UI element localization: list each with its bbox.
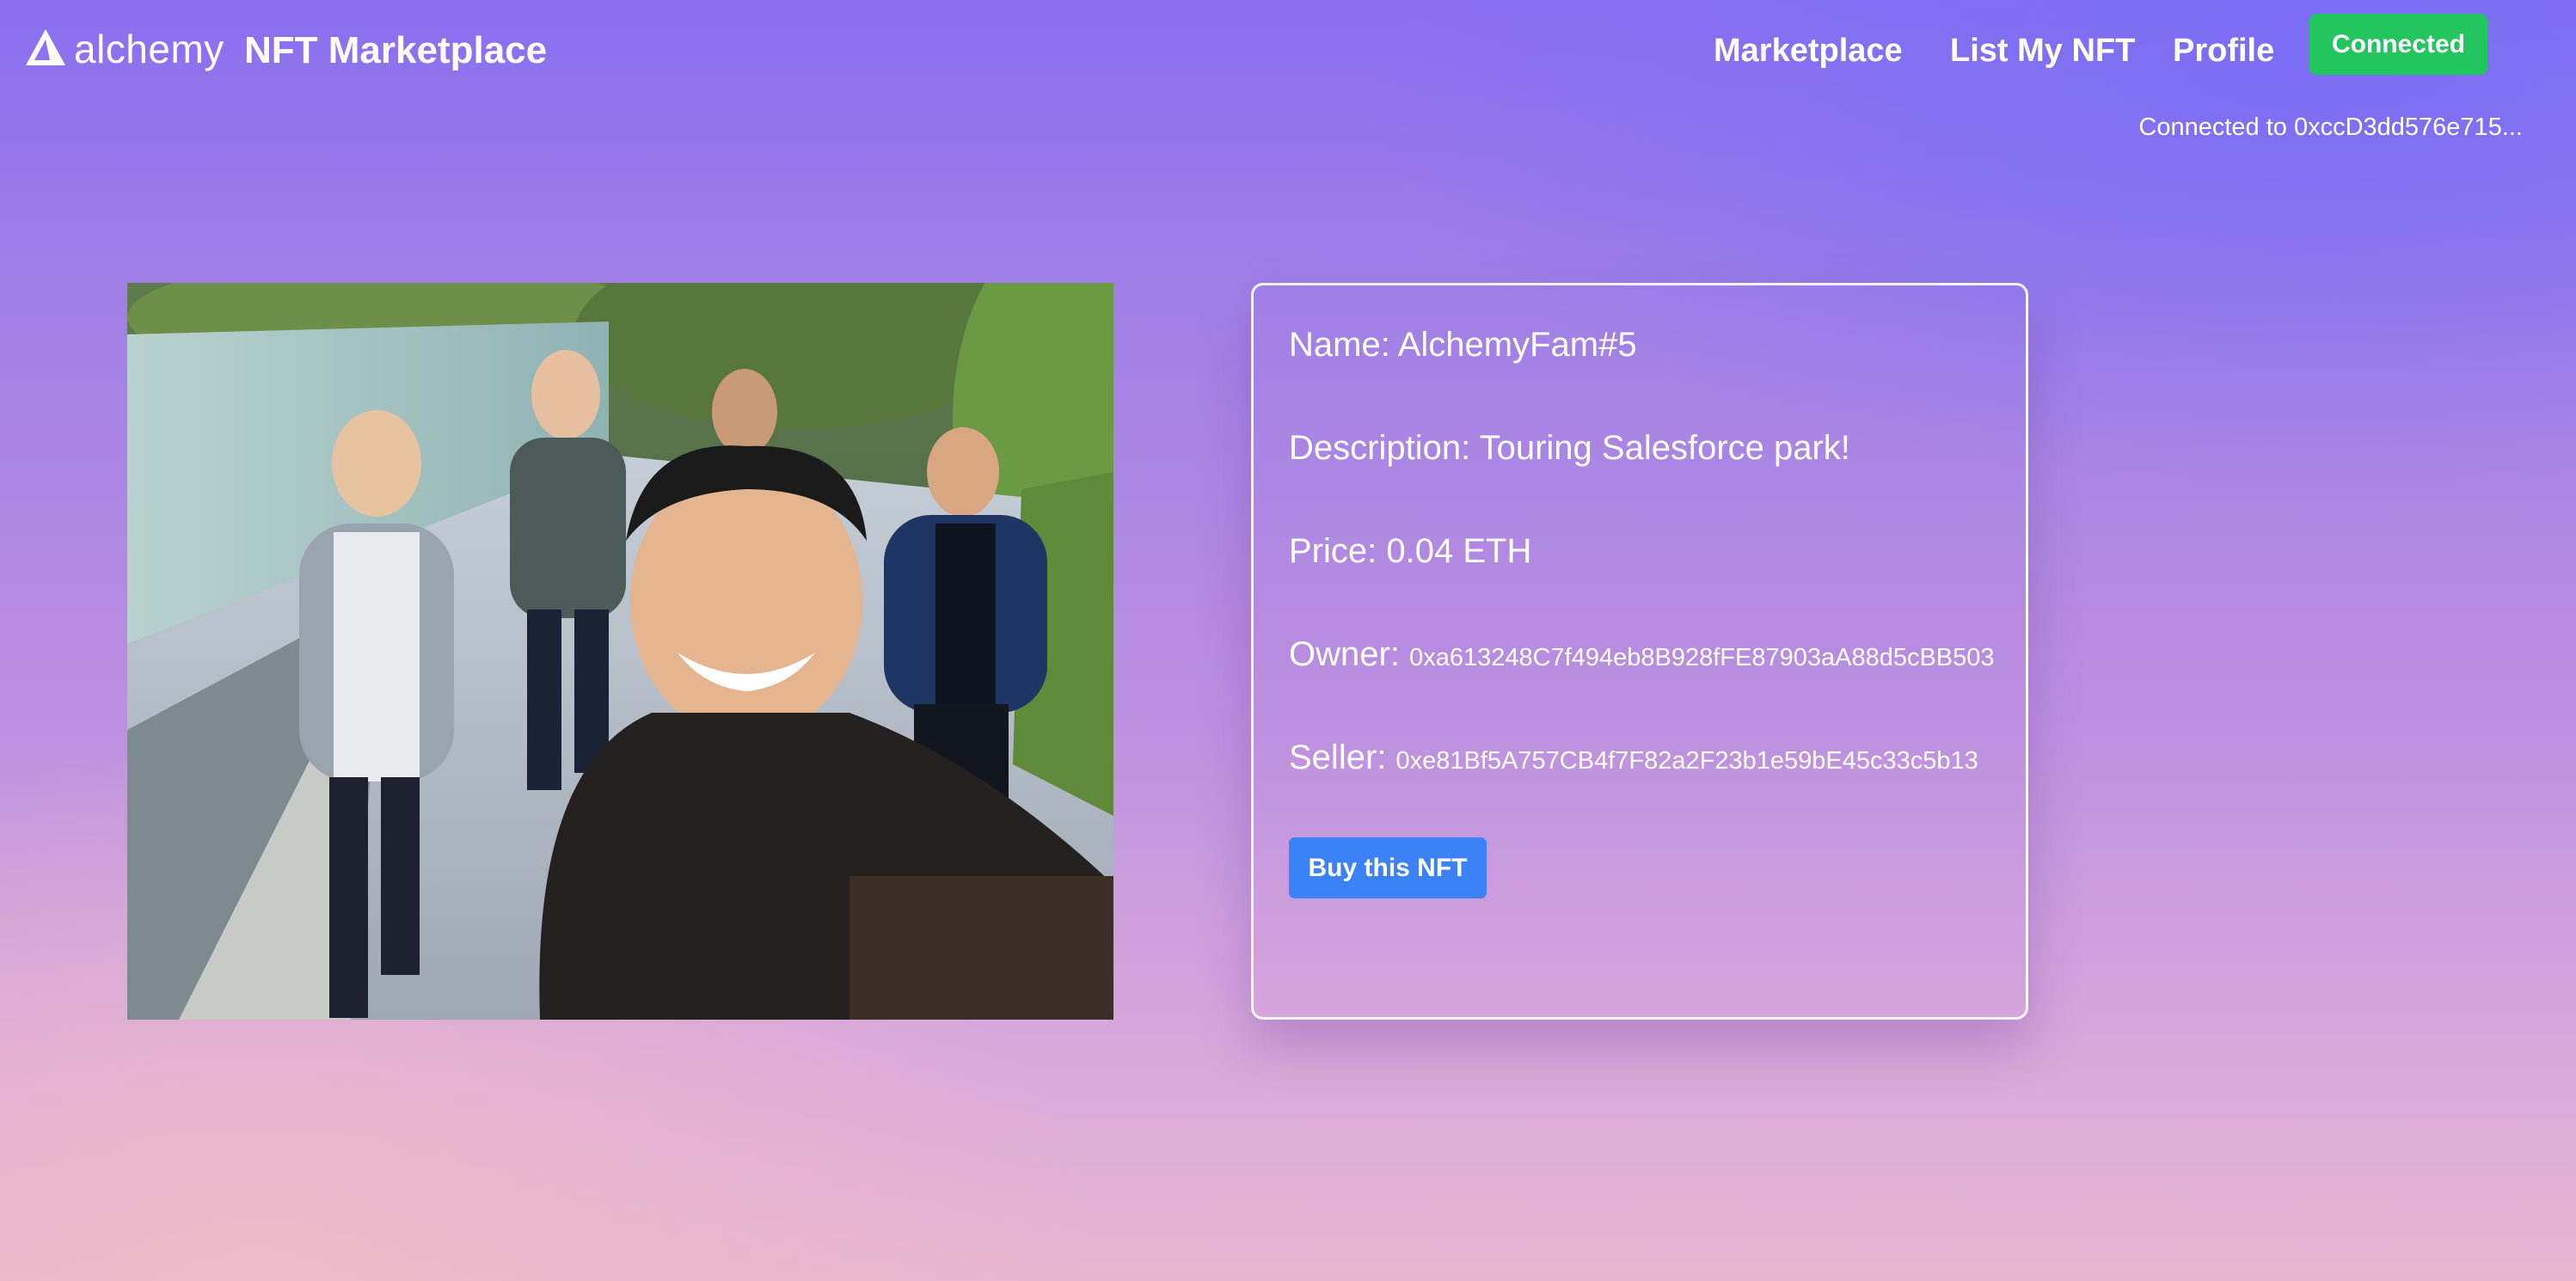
buy-nft-button[interactable]: Buy this NFT <box>1289 837 1487 898</box>
nft-description-label: Description: <box>1289 429 1471 467</box>
connected-address: Connected to 0xccD3dd576e715... <box>2138 113 2523 141</box>
nft-price-label: Price: <box>1289 532 1377 570</box>
nav-marketplace[interactable]: Marketplace <box>1714 29 1903 72</box>
alchemy-logo-icon <box>26 29 65 65</box>
logo-wordmark: alchemy <box>74 27 224 71</box>
nft-seller-row: Seller: 0xe81Bf5A757CB4f7F82a2F23b1e59bE… <box>1289 736 1978 782</box>
nft-description: Touring Salesforce park! <box>1479 429 1850 467</box>
nft-detail-card: Name: AlchemyFam#5 Description: Touring … <box>1251 283 2028 1020</box>
nav-list-my-nft[interactable]: List My NFT <box>1950 29 2135 72</box>
nft-seller-label: Seller: <box>1289 739 1387 776</box>
nav-profile[interactable]: Profile <box>2173 29 2274 72</box>
alchemy-logo[interactable]: alchemy <box>24 26 224 72</box>
nft-photo <box>127 283 1113 1020</box>
nft-price-row: Price: 0.04 ETH <box>1289 530 1531 573</box>
nft-image <box>127 283 1113 1020</box>
nft-owner-address: 0xa613248C7f494eb8B928fFE87903aA88d5cBB5… <box>1409 644 1995 671</box>
site-title: NFT Marketplace <box>244 29 548 71</box>
connect-wallet-button[interactable]: Connected <box>2309 14 2487 75</box>
nft-name-label: Name: <box>1289 326 1390 364</box>
nft-owner-row: Owner: 0xa613248C7f494eb8B928fFE87903aA8… <box>1289 633 1995 679</box>
nft-description-row: Description: Touring Salesforce park! <box>1289 426 1850 469</box>
nft-owner-label: Owner: <box>1289 635 1400 673</box>
nft-seller-address: 0xe81Bf5A757CB4f7F82a2F23b1e59bE45c33c5b… <box>1395 747 1978 775</box>
nft-name: AlchemyFam#5 <box>1397 326 1637 364</box>
nft-price: 0.04 ETH <box>1386 532 1532 570</box>
nft-name-row: Name: AlchemyFam#5 <box>1289 323 1637 366</box>
